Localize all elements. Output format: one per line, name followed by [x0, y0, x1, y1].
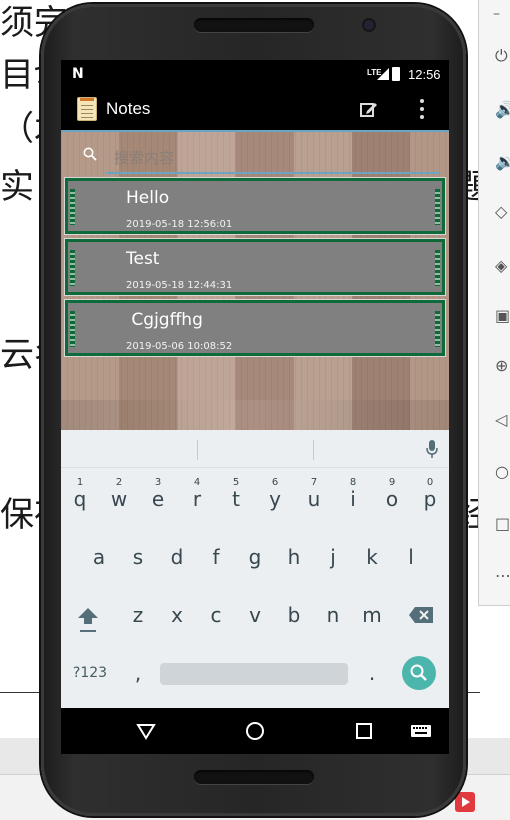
- action-bar: Notes: [61, 88, 449, 130]
- key[interactable]: j: [314, 532, 352, 582]
- backspace-icon[interactable]: [408, 606, 434, 624]
- note-item[interactable]: Test 2019-05-18 12:44:31: [65, 239, 445, 295]
- phone-screen: N LTE 12:56 Notes He: [61, 60, 449, 754]
- compose-icon[interactable]: [360, 100, 378, 118]
- notes-app-icon: [77, 97, 97, 121]
- overview-icon[interactable]: □: [495, 514, 510, 534]
- key[interactable]: 4r: [178, 474, 216, 524]
- rotate-left-icon[interactable]: ◇: [495, 202, 510, 222]
- more-icon[interactable]: ⋯: [495, 566, 510, 586]
- suggestion-strip: [61, 430, 449, 468]
- recents-square-icon[interactable]: [352, 719, 376, 743]
- key[interactable]: g: [236, 532, 274, 582]
- status-time: 12:56: [408, 67, 441, 82]
- shift-icon[interactable]: [77, 606, 99, 634]
- note-date: 2019-05-06 10:08:52: [126, 341, 233, 352]
- key[interactable]: m: [353, 590, 391, 640]
- signal-icon: [377, 68, 389, 80]
- note-title: Cgjgffhg: [126, 310, 203, 330]
- key[interactable]: 6y: [256, 474, 294, 524]
- note-item[interactable]: Hello 2019-05-18 12:56:01: [65, 178, 445, 234]
- top-speaker: [194, 18, 314, 32]
- navigation-bar: [61, 708, 449, 754]
- keyboard-icon[interactable]: [409, 719, 433, 743]
- note-title: Hello: [126, 188, 170, 208]
- key[interactable]: 8i: [334, 474, 372, 524]
- spacebar[interactable]: [160, 663, 348, 685]
- key[interactable]: b: [275, 590, 313, 640]
- key[interactable]: n: [314, 590, 352, 640]
- note-title: Test: [126, 249, 160, 269]
- key[interactable]: x: [158, 590, 196, 640]
- soft-keyboard: 1q 2w 3e 4r 5t 6y 7u 8i 9o 0p a s d f g …: [61, 430, 449, 708]
- key[interactable]: d: [158, 532, 196, 582]
- back-icon[interactable]: ◁: [495, 410, 510, 430]
- rotate-right-icon[interactable]: ◈: [495, 256, 510, 276]
- zoom-icon[interactable]: ⊕: [495, 356, 510, 376]
- volume-down-icon[interactable]: 🔉: [495, 152, 510, 172]
- battery-icon: [392, 67, 400, 81]
- key[interactable]: l: [392, 532, 430, 582]
- key[interactable]: 2w: [100, 474, 138, 524]
- key[interactable]: z: [119, 590, 157, 640]
- bottom-speaker: [194, 770, 314, 784]
- key[interactable]: 0p: [411, 474, 449, 524]
- key[interactable]: f: [197, 532, 235, 582]
- key[interactable]: a: [80, 532, 118, 582]
- mic-icon[interactable]: [425, 439, 439, 459]
- suggestion-divider: [197, 440, 198, 460]
- key[interactable]: 5t: [217, 474, 255, 524]
- note-item[interactable]: Cgjgffhg 2019-05-06 10:08:52: [65, 300, 445, 356]
- status-bar: N LTE 12:56: [61, 60, 449, 88]
- comma-key[interactable]: ,: [119, 648, 157, 698]
- suggestion-divider: [313, 440, 314, 460]
- emulator-toolbar: – ⏻ 🔊 🔉 ◇ ◈ ▣ ⊕ ◁ ○ □ ⋯: [478, 0, 510, 606]
- doc-fragment: 实: [0, 167, 34, 207]
- app-title: Notes: [106, 99, 151, 118]
- period-key[interactable]: .: [353, 648, 391, 698]
- play-icon[interactable]: [455, 792, 475, 812]
- notes-list-area: Hello 2019-05-18 12:56:01 Test 2019-05-1…: [61, 130, 449, 430]
- search-icon: [83, 147, 97, 161]
- symbols-key[interactable]: ?123: [69, 648, 111, 698]
- search-accent-line: [61, 130, 449, 132]
- notification-n-icon: N: [72, 66, 84, 82]
- front-camera: [364, 20, 374, 30]
- overflow-menu-icon[interactable]: [418, 98, 426, 120]
- note-date: 2019-05-18 12:56:01: [126, 219, 233, 230]
- home-icon[interactable]: ○: [495, 462, 510, 482]
- search-icon: [410, 664, 427, 681]
- key[interactable]: 1q: [61, 474, 99, 524]
- key[interactable]: k: [353, 532, 391, 582]
- key[interactable]: 9o: [373, 474, 411, 524]
- key[interactable]: h: [275, 532, 313, 582]
- key[interactable]: c: [197, 590, 235, 640]
- key[interactable]: v: [236, 590, 274, 640]
- volume-up-icon[interactable]: 🔊: [495, 100, 510, 120]
- key[interactable]: 3e: [139, 474, 177, 524]
- key[interactable]: s: [119, 532, 157, 582]
- search-bar: [61, 130, 449, 180]
- search-action-key[interactable]: [402, 656, 436, 690]
- home-circle-icon[interactable]: [243, 719, 267, 743]
- back-triangle-icon[interactable]: [134, 719, 158, 743]
- minimize-icon[interactable]: –: [493, 6, 500, 22]
- note-date: 2019-05-18 12:44:31: [126, 280, 233, 291]
- search-input[interactable]: [106, 144, 440, 174]
- camera-icon[interactable]: ▣: [495, 306, 510, 326]
- key[interactable]: 7u: [295, 474, 333, 524]
- power-icon[interactable]: ⏻: [495, 46, 510, 66]
